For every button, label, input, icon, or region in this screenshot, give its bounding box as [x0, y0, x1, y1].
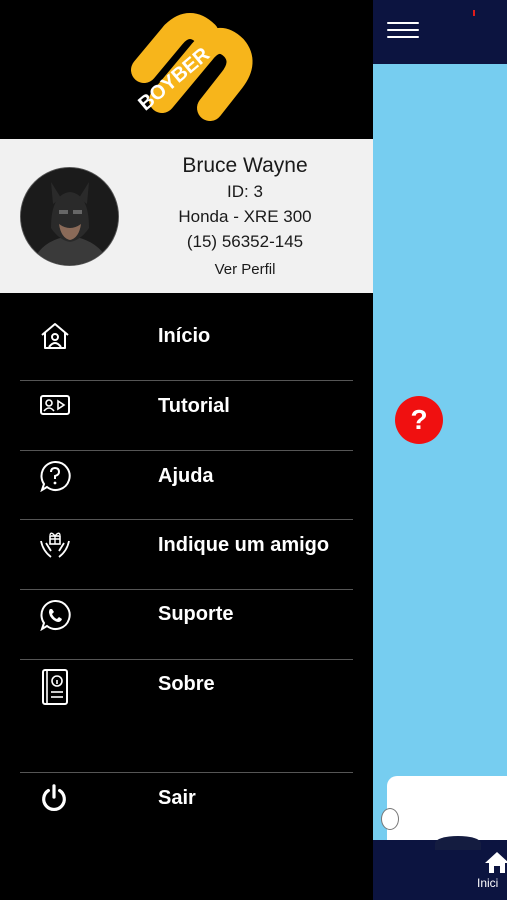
menu-label-indique-um-amigo: Indique um amigo: [158, 534, 330, 556]
profile-info: Bruce Wayne ID: 3 Honda - XRE 300 (15) 5…: [130, 153, 360, 280]
profile-card: Bruce Wayne ID: 3 Honda - XRE 300 (15) 5…: [0, 139, 373, 293]
home-tab-icon: [485, 852, 507, 873]
boyber-logo: BOYBER: [118, 10, 258, 128]
menu-label-ajuda: Ajuda: [158, 465, 214, 487]
menu-label-inicio: Início: [158, 325, 211, 347]
menu-item-sair[interactable]: Sair: [20, 764, 353, 834]
profile-vehicle: Honda - XRE 300: [178, 207, 312, 226]
hamburger-menu-icon[interactable]: [387, 22, 419, 44]
info-book-icon: [42, 669, 68, 705]
background-screen: ? Inici: [373, 0, 507, 900]
profile-phone: (15) 56352-145: [186, 232, 304, 251]
profile-name: Bruce Wayne: [182, 154, 308, 177]
hands-gift-icon: [40, 532, 70, 558]
side-drawer: BOYBER Bruce Wayne ID: 3 Honda - XRE 300…: [0, 0, 373, 900]
avatar[interactable]: [20, 167, 119, 266]
menu-item-inicio[interactable]: Início: [20, 302, 353, 372]
menu-item-suporte[interactable]: Suporte: [20, 580, 353, 650]
tab-home-label: Inici: [477, 876, 499, 890]
view-profile-link[interactable]: Ver Perfil: [130, 260, 360, 280]
center-tab-bump: [435, 836, 481, 850]
bottom-card: [387, 776, 507, 846]
card-indicator: [381, 808, 399, 830]
profile-id: ID: 3: [227, 182, 263, 201]
menu-label-suporte: Suporte: [158, 603, 234, 625]
home-icon: [41, 323, 69, 349]
menu-label-tutorial: Tutorial: [158, 395, 230, 417]
menu-item-tutorial[interactable]: Tutorial: [20, 372, 353, 442]
menu-item-indique-um-amigo[interactable]: Indique um amigo: [20, 511, 353, 581]
help-button[interactable]: ?: [395, 396, 443, 444]
menu-item-sobre[interactable]: Sobre: [20, 650, 353, 720]
menu-label-sair: Sair: [158, 787, 196, 809]
question-chat-icon: [40, 460, 71, 492]
id-card-icon: [40, 395, 70, 415]
top-bar: [373, 0, 507, 64]
notification-indicator: [473, 10, 475, 16]
menu-label-sobre: Sobre: [158, 673, 215, 695]
tab-home[interactable]: Inici: [477, 850, 507, 900]
power-icon: [42, 784, 66, 812]
whatsapp-icon: [40, 599, 71, 631]
menu-item-ajuda[interactable]: Ajuda: [20, 442, 353, 512]
